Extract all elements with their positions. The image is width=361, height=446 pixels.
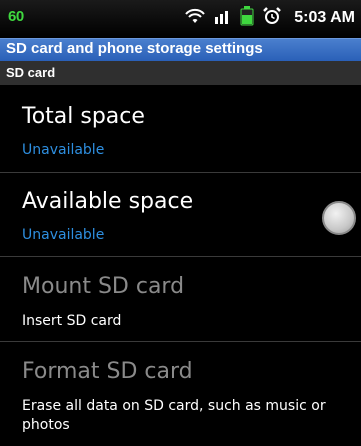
status-icons: 5:03 AM: [184, 6, 355, 30]
screen: 60 5:03 AM SD card and phone storage set…: [0, 0, 361, 446]
mount-sd-card-summary: Insert SD card: [22, 313, 122, 329]
scroll-thumb[interactable]: [322, 201, 356, 235]
total-space-item[interactable]: Total space Unavailable: [0, 86, 361, 173]
status-bar: 60 5:03 AM: [0, 0, 361, 38]
format-sd-card-summary: Erase all data on SD card, such as music…: [22, 398, 326, 433]
mount-sd-card-item[interactable]: Mount SD card Insert SD card: [0, 257, 361, 342]
battery-icon: [240, 6, 254, 30]
title-bar: SD card and phone storage settings: [0, 38, 361, 61]
signal-icon: [214, 7, 232, 29]
total-space-title: Total space: [22, 104, 145, 129]
total-space-value: Unavailable: [22, 142, 105, 158]
battery-percent: 60: [8, 8, 24, 25]
section-header-label: SD card: [6, 65, 56, 80]
available-space-item[interactable]: Available space Unavailable: [0, 172, 361, 257]
alarm-icon: [262, 6, 282, 30]
format-sd-card-title: Format SD card: [22, 359, 193, 384]
page-title: SD card and phone storage settings: [6, 40, 263, 57]
mount-sd-card-title: Mount SD card: [22, 274, 185, 299]
clock: 5:03 AM: [294, 9, 355, 26]
wifi-icon: [184, 7, 206, 29]
available-space-value: Unavailable: [22, 227, 105, 243]
format-sd-card-item[interactable]: Format SD card Erase all data on SD card…: [0, 342, 361, 446]
available-space-title: Available space: [22, 189, 194, 214]
section-header: SD card: [0, 61, 361, 85]
